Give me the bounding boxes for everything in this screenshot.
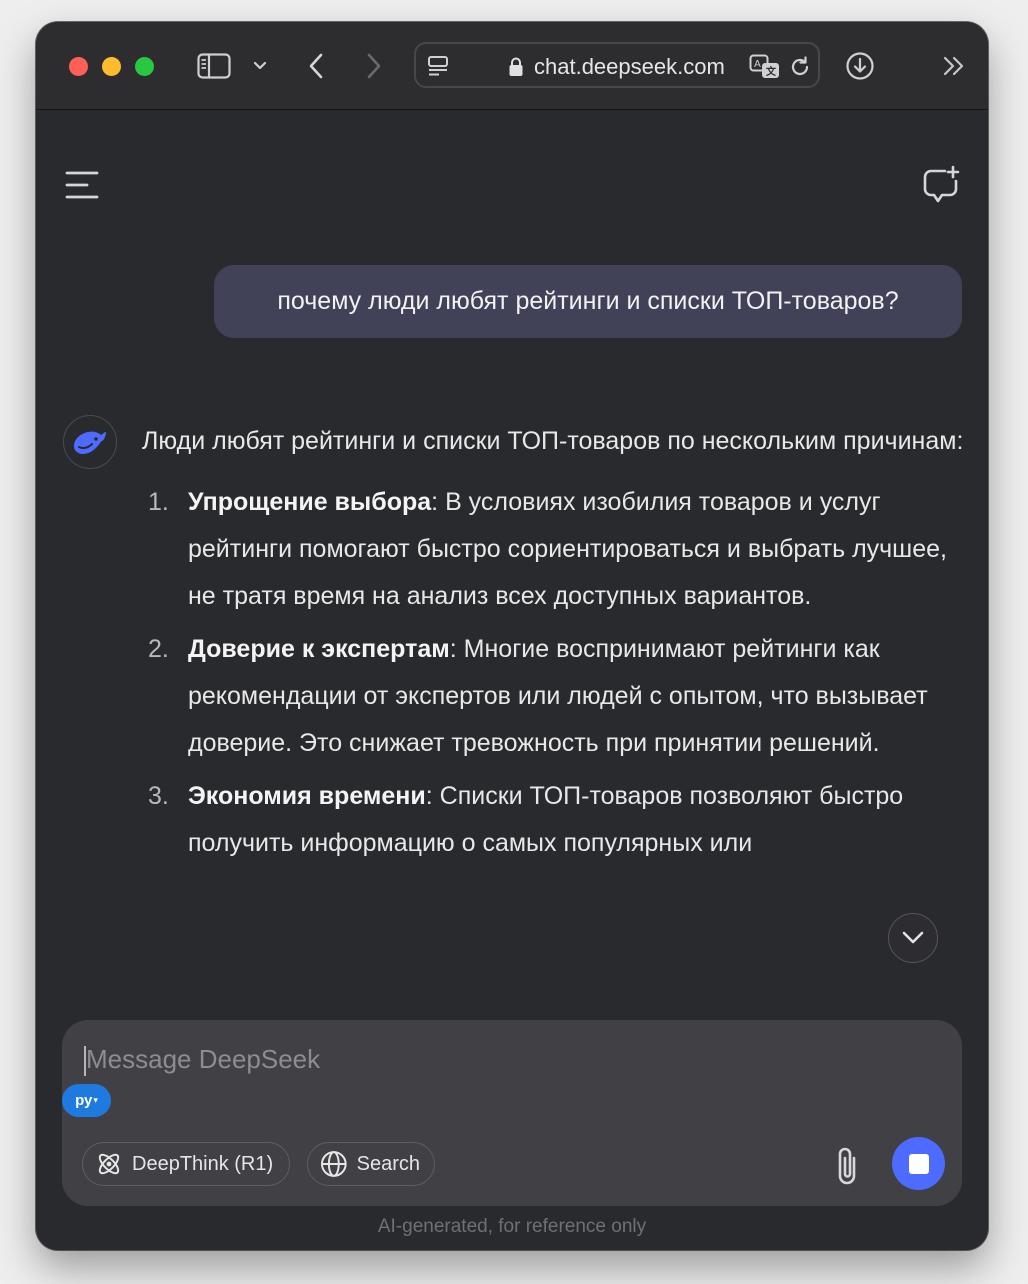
list-item: 3. Экономия времени: Списки ТОП-товаров … bbox=[148, 782, 904, 857]
search-label: Search bbox=[356, 1152, 420, 1175]
assistant-intro: Люди любят рейтинги и списки ТОП-товаров… bbox=[142, 427, 964, 455]
keyboard-language-badge[interactable]: ру ▾ bbox=[62, 1084, 111, 1117]
list-item: 2. Доверие к экспертам: Многие восприним… bbox=[148, 635, 928, 757]
disclaimer-text: AI-generated, for reference only bbox=[377, 1216, 647, 1237]
deepthink-label: DeepThink (R1) bbox=[132, 1152, 274, 1175]
chevron-down-icon bbox=[902, 931, 924, 944]
overflow-icon[interactable] bbox=[940, 54, 968, 78]
atom-icon bbox=[98, 1153, 120, 1175]
deepseek-logo-icon bbox=[63, 415, 117, 469]
browser-toolbar: chat.deepseek.com A文 bbox=[36, 22, 988, 110]
svg-text:A: A bbox=[754, 59, 761, 70]
paperclip-icon[interactable] bbox=[832, 1144, 864, 1188]
url-text[interactable]: chat.deepseek.com bbox=[534, 54, 725, 80]
search-button[interactable]: Search bbox=[307, 1142, 435, 1186]
address-bar[interactable]: chat.deepseek.com A文 bbox=[414, 42, 820, 88]
scroll-to-bottom-button[interactable] bbox=[888, 913, 938, 963]
reload-icon[interactable] bbox=[788, 55, 812, 79]
stop-generating-button[interactable] bbox=[892, 1137, 945, 1190]
stop-icon bbox=[908, 1153, 929, 1174]
browser-window: chat.deepseek.com A文 почему люди любят р… bbox=[36, 22, 988, 1250]
chat-page: почему люди любят рейтинги и списки ТОП-… bbox=[36, 110, 988, 1250]
back-icon[interactable] bbox=[304, 50, 328, 82]
menu-icon[interactable] bbox=[64, 168, 100, 202]
message-composer: Message DeepSeek ру ▾ DeepThink (R1) Sear… bbox=[62, 1020, 962, 1206]
deepthink-button[interactable]: DeepThink (R1) bbox=[82, 1142, 290, 1186]
point-title: Упрощение выбора bbox=[188, 488, 432, 516]
page-menu-icon[interactable] bbox=[426, 54, 450, 78]
download-icon[interactable] bbox=[844, 50, 876, 82]
reason-list: 1. Упрощение выбора: В условиях изобилия… bbox=[142, 479, 972, 867]
chevron-down-icon[interactable] bbox=[250, 56, 270, 76]
sidebar-icon[interactable] bbox=[196, 50, 232, 82]
point-title: Экономия времени bbox=[188, 782, 426, 810]
point-title: Доверие к экспертам bbox=[188, 635, 450, 663]
maximize-window-button[interactable] bbox=[135, 57, 154, 76]
user-message-bubble: почему люди любят рейтинги и списки ТОП-… bbox=[214, 265, 962, 338]
message-input[interactable]: Message DeepSeek bbox=[86, 1044, 320, 1075]
close-window-button[interactable] bbox=[69, 57, 88, 76]
list-item: 1. Упрощение выбора: В условиях изобилия… bbox=[148, 488, 947, 610]
minimize-window-button[interactable] bbox=[102, 57, 121, 76]
globe-icon bbox=[320, 1151, 347, 1177]
user-message-text: почему люди любят рейтинги и списки ТОП-… bbox=[277, 287, 899, 315]
forward-icon[interactable] bbox=[362, 50, 386, 82]
translate-icon[interactable]: A文 bbox=[748, 53, 782, 81]
lock-icon bbox=[506, 56, 526, 78]
assistant-message: Люди любят рейтинги и списки ТОП-товаров… bbox=[142, 418, 972, 1014]
new-chat-icon[interactable] bbox=[920, 164, 962, 206]
svg-text:文: 文 bbox=[766, 65, 777, 78]
